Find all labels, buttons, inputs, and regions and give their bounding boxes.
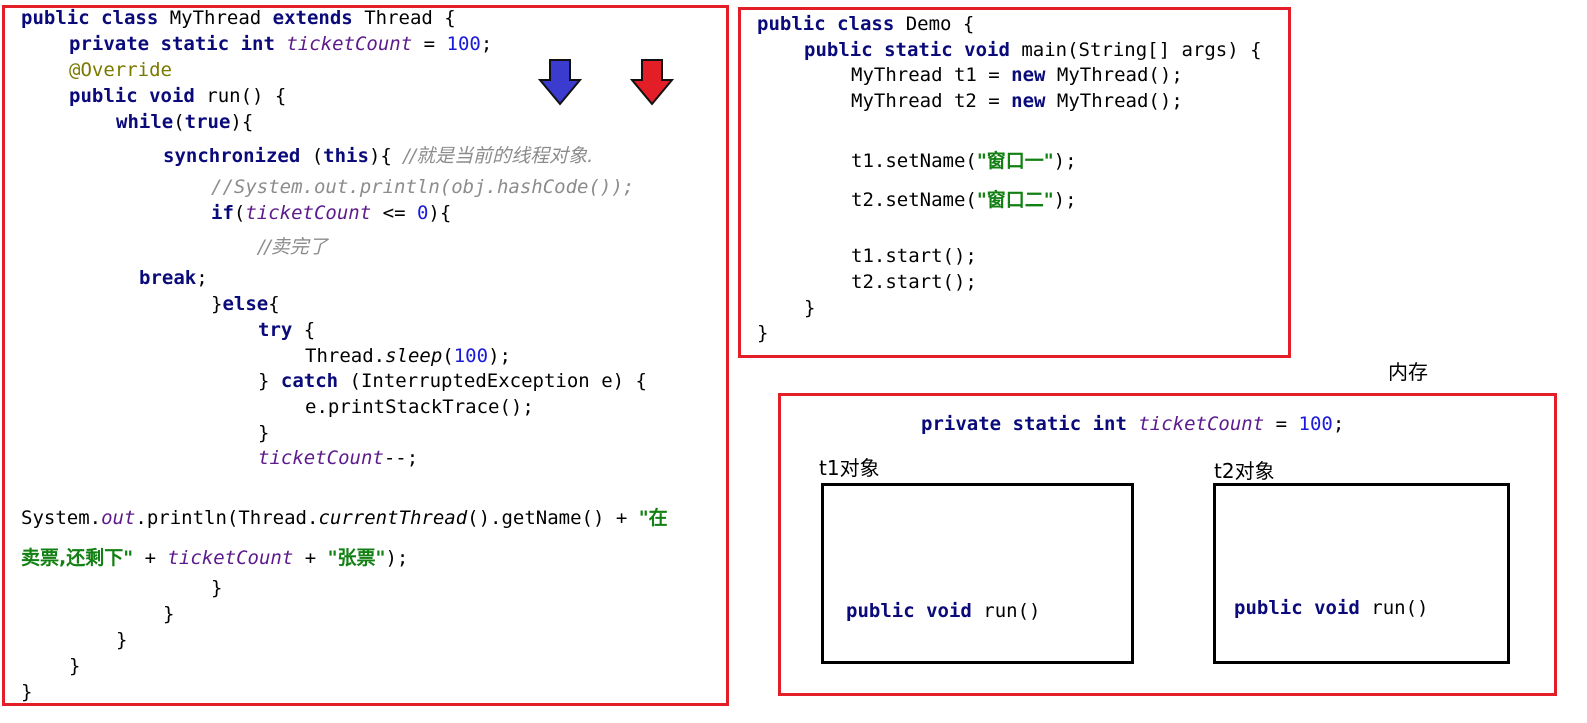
code-line: try { <box>258 319 316 341</box>
code-line: //卖完了 <box>258 236 328 258</box>
code-line: } <box>757 322 769 344</box>
code-line: 卖票,还剩下" + ticketCount + "张票"); <box>21 547 409 569</box>
code-line: } <box>69 655 81 677</box>
t2-object-label: t2对象 <box>1214 459 1275 483</box>
code-line: } <box>116 629 128 651</box>
t2-object-box: public void run() <box>1213 483 1510 664</box>
code-line: public void run() { <box>69 85 287 107</box>
memory-title: 内存 <box>1388 360 1428 384</box>
code-line: Thread.sleep(100); <box>305 345 511 367</box>
code-line: } <box>258 422 270 444</box>
code-line: @Override <box>69 59 172 81</box>
t1-object-box: public void run() <box>821 483 1134 664</box>
code-line: t1.start(); <box>851 245 977 267</box>
code-line: } catch (InterruptedException e) { <box>258 370 647 392</box>
code-line: break; <box>139 267 208 289</box>
code-line: //System.out.println(obj.hashCode()); <box>211 176 635 198</box>
code-line: t2.setName("窗口二"); <box>851 189 1077 211</box>
code-line: t2.start(); <box>851 271 977 293</box>
t1-object-label: t1对象 <box>819 456 880 480</box>
red-arrow-shape <box>630 59 674 106</box>
memory-panel: private static int ticketCount = 100; t1… <box>778 393 1557 696</box>
code-line: } <box>21 681 33 703</box>
code-line: public class Demo { <box>757 13 975 35</box>
code-line: public static void main(String[] args) { <box>804 39 1262 61</box>
code-line: public class MyThread extends Thread { <box>21 7 456 29</box>
code-line: t1.setName("窗口一"); <box>851 150 1077 172</box>
code-line: } <box>163 603 175 625</box>
code-line: } <box>211 577 223 599</box>
code-line: MyThread t2 = new MyThread(); <box>851 90 1183 112</box>
code-line: }else{ <box>211 293 280 315</box>
code-line: private static int ticketCount = 100; <box>69 33 493 55</box>
static-field-line: private static int ticketCount = 100; <box>921 413 1345 435</box>
blue-arrow-shape <box>538 59 582 106</box>
blue-arrow-icon <box>538 59 582 106</box>
code-line: synchronized (this){ //就是当前的线程对象. <box>163 145 594 167</box>
code-line: if(ticketCount <= 0){ <box>211 202 452 224</box>
code-line: ticketCount--; <box>258 447 419 469</box>
code-line: MyThread t1 = new MyThread(); <box>851 64 1183 86</box>
demo-code-panel: public class Demo { public static void m… <box>738 7 1291 358</box>
red-arrow-icon <box>630 59 674 106</box>
mythread-code-panel: public class MyThread extends Thread { p… <box>2 5 729 706</box>
t1-run-method: public void run() <box>846 600 1041 622</box>
code-line: } <box>804 297 816 319</box>
code-line: System.out.println(Thread.currentThread(… <box>21 507 668 529</box>
code-line: while(true){ <box>116 111 254 133</box>
code-line: e.printStackTrace(); <box>305 396 534 418</box>
t2-run-method: public void run() <box>1234 597 1429 619</box>
